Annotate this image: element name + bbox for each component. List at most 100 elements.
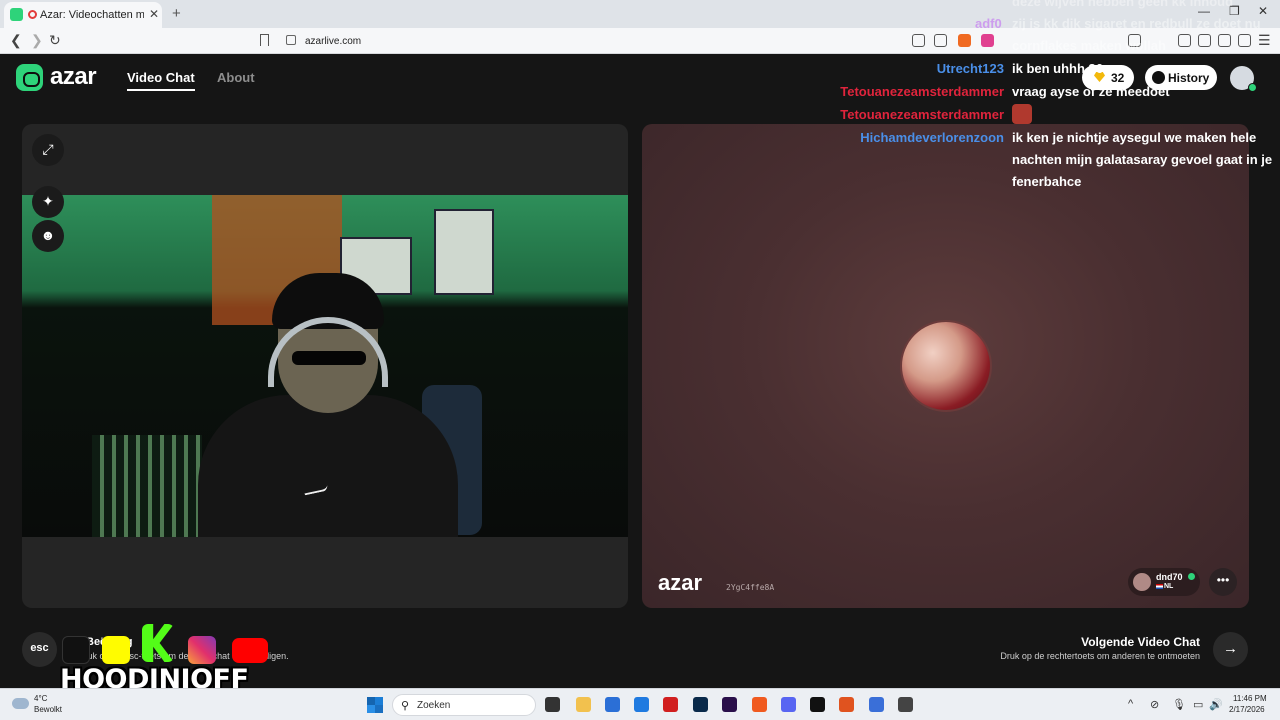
chat-button[interactable]: ••• <box>1209 568 1237 596</box>
volume-icon[interactable]: 🔊 <box>1209 698 1223 711</box>
nav-about[interactable]: About <box>217 70 255 85</box>
chat-username: Tetouanezeamsterdammer <box>840 84 1004 99</box>
windows-taskbar: 4°C Bewolkt ⚲ Zoeken ^ ⊘ 🎙 ▭ 🔊 11:46 PM … <box>0 688 1280 720</box>
tray-overflow-icon[interactable]: ^ <box>1128 698 1133 710</box>
new-tab-icon[interactable]: + <box>172 5 181 22</box>
store-icon[interactable] <box>605 697 620 712</box>
verified-icon <box>1188 573 1195 580</box>
browser-tab[interactable]: Azar: Videochatten met nieuwe ✕ <box>4 2 162 28</box>
recording-icon <box>28 10 37 19</box>
snapchat-icon <box>102 636 130 664</box>
brave-rewards-icon[interactable] <box>981 34 994 47</box>
wallet-icon[interactable] <box>1198 34 1211 47</box>
partner-country: NL <box>1164 583 1174 590</box>
photoshop-icon[interactable] <box>693 697 708 712</box>
chat-message: vraag ayse of ze meedoet <box>1012 84 1170 99</box>
chat-faded-line: cornflakes maken wollah <box>1012 38 1166 53</box>
vpn-icon[interactable] <box>1238 34 1251 47</box>
file-explorer-icon[interactable] <box>576 697 591 712</box>
gems-count: 32 <box>1111 71 1125 85</box>
partner-avatar <box>1133 573 1151 591</box>
acrobat-icon[interactable] <box>663 697 678 712</box>
leo-icon[interactable] <box>1218 34 1231 47</box>
search-icon: ⚲ <box>401 700 410 712</box>
arrow-right-icon: → <box>1223 640 1238 657</box>
clock-time: 11:46 PM <box>1233 694 1267 703</box>
bookmark-icon[interactable] <box>260 34 269 46</box>
chat-faded-line: deze wijven hebben geen kk inhoud <box>1012 0 1234 9</box>
brave-browser-icon[interactable] <box>752 697 767 712</box>
clock-icon <box>1152 71 1165 84</box>
profile-avatar[interactable] <box>1230 66 1257 92</box>
no-fap-sign <box>434 209 494 295</box>
expand-button[interactable]: ⤢ <box>32 134 64 166</box>
chat-username: Utrecht123 <box>936 61 1004 76</box>
end-chat-button[interactable]: esc <box>22 632 57 667</box>
forward-icon[interactable]: ❯ <box>31 32 43 49</box>
chat-message: ik ben uhhh 36 <box>1012 61 1104 76</box>
chat-message-continued: fenerbahce <box>1012 174 1082 189</box>
weather-condition: Bewolkt <box>34 705 63 714</box>
network-off-icon[interactable]: ⊘ <box>1150 698 1159 711</box>
tab-title: Azar: Videochatten met nieuwe <box>40 9 144 21</box>
self-video-panel: ⤢ ✦ ☻ <box>22 124 628 608</box>
reload-icon[interactable]: ↻ <box>49 32 61 49</box>
discord-icon[interactable] <box>781 697 796 712</box>
nav-video-chat[interactable]: Video Chat <box>127 70 195 91</box>
obs-icon[interactable] <box>810 697 825 712</box>
partner-azar-watermark: azar <box>658 570 703 595</box>
azar-wordmark[interactable]: azar <box>50 63 97 91</box>
url-text: azarlive.com <box>305 36 362 47</box>
partner-video-panel: azar 2YgC4ffe8A dnd70 NL ••• <box>642 124 1249 608</box>
url-field[interactable]: azarlive.com <box>280 31 900 51</box>
azar-favicon-icon <box>10 8 23 21</box>
next-chat-button[interactable]: → <box>1213 632 1248 667</box>
chat-bubble-icon: ••• <box>1216 573 1230 587</box>
vpn-app-icon[interactable] <box>869 697 884 712</box>
magic-wand-icon: ✦ <box>42 193 54 209</box>
chat-faded-line: zij is kk dik sigaret en redbull ze doet… <box>1012 16 1261 31</box>
instagram-icon <box>188 636 216 664</box>
outlook-icon[interactable] <box>634 697 649 712</box>
clock-date: 2/17/2026 <box>1229 705 1265 714</box>
face-icon: ☻ <box>40 227 56 243</box>
site-info-icon[interactable] <box>286 35 296 45</box>
next-chat-subtitle: Druk op de rechtertoets om anderen te on… <box>1000 651 1200 661</box>
windows-start-icon[interactable] <box>367 697 383 713</box>
sidebar-icon[interactable] <box>1178 34 1191 47</box>
taskbar-search[interactable]: ⚲ Zoeken <box>392 694 536 716</box>
microphone-icon[interactable]: 🎙 <box>1172 698 1186 711</box>
partner-profile-picture <box>900 320 992 412</box>
task-view-icon[interactable] <box>545 697 560 712</box>
display-icon[interactable]: ▭ <box>1193 698 1203 711</box>
history-label: History <box>1168 71 1210 85</box>
nl-flag-icon <box>1156 584 1163 589</box>
partner-code: 2YgC4ffe8A <box>726 583 775 592</box>
partner-username: dnd70 <box>1156 572 1183 582</box>
cast-icon[interactable] <box>912 34 925 47</box>
esc-key-label: esc <box>30 642 49 654</box>
gaming-chair <box>92 435 202 537</box>
self-camera-feed <box>22 195 628 537</box>
back-icon[interactable]: ❮ <box>10 32 22 49</box>
youtube-icon <box>232 638 268 663</box>
chat-faded-username: adf0 <box>975 16 1002 31</box>
chat-username: Hichamdeverlorenzoon <box>860 130 1004 145</box>
obs-studio-icon[interactable] <box>898 697 913 712</box>
search-placeholder: Zoeken <box>417 700 451 711</box>
person-hoodie <box>198 395 458 537</box>
online-status-icon <box>1248 83 1257 92</box>
premiere-icon[interactable] <box>722 697 737 712</box>
cloud-icon <box>12 698 29 709</box>
partner-user-badge[interactable]: dnd70 NL <box>1128 568 1200 596</box>
tiktok-icon <box>62 636 90 664</box>
azar-logo-icon[interactable] <box>16 64 43 91</box>
tab-close-icon[interactable]: ✕ <box>149 7 159 21</box>
face-filter-button[interactable]: ☻ <box>32 220 64 252</box>
share-icon[interactable] <box>934 34 947 47</box>
brave-shield-icon[interactable] <box>958 34 971 47</box>
effects-button[interactable]: ✦ <box>32 186 64 218</box>
menu-icon[interactable]: ☰ <box>1258 32 1271 49</box>
app-icon[interactable] <box>839 697 854 712</box>
chat-message-continued: nachten mijn galatasaray gevoel gaat in … <box>1012 152 1273 167</box>
